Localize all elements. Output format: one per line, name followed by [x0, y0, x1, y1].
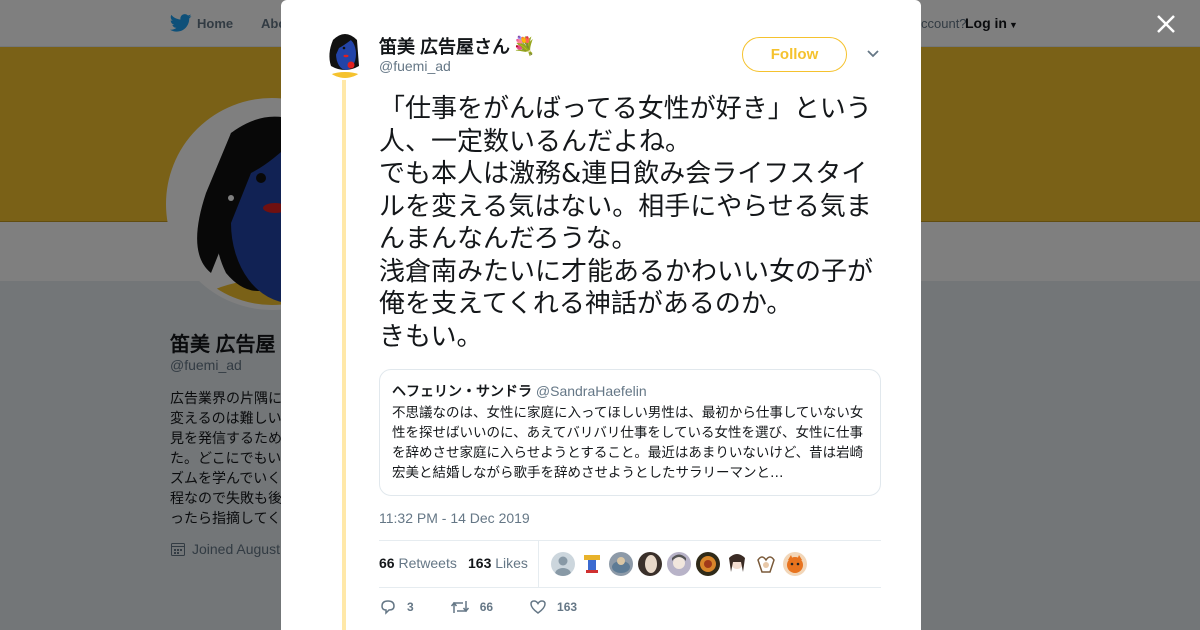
- liker-avatar[interactable]: [609, 552, 633, 576]
- like-action[interactable]: 163: [529, 598, 577, 616]
- close-icon[interactable]: [1152, 10, 1180, 38]
- retweet-count: 66: [479, 600, 494, 614]
- liker-avatar[interactable]: [725, 552, 749, 576]
- author-name[interactable]: 笛美 広告屋さん 💐: [379, 33, 535, 59]
- liker-avatar[interactable]: [667, 552, 691, 576]
- quoted-tweet-header: ヘフェリン・サンドラ @SandraHaefelin: [392, 381, 868, 401]
- tweet-actions: 3 66 163: [379, 598, 613, 616]
- author-avatar[interactable]: [321, 30, 369, 78]
- tweet-timestamp[interactable]: 11:32 PM - 14 Dec 2019: [379, 510, 530, 526]
- author-handle[interactable]: @fuemi_ad: [379, 58, 451, 74]
- tweet-modal: 笛美 広告屋さん 💐 @fuemi_ad Follow 「仕事をがんばってる女性…: [281, 0, 921, 630]
- retweet-icon: [450, 601, 469, 613]
- stats-divider: [538, 541, 539, 587]
- quoted-tweet-text: 不思議なのは、女性に家庭に入ってほしい男性は、最初から仕事していない女性を探せば…: [392, 405, 864, 481]
- avatar-illustration-icon: [321, 30, 369, 78]
- liker-avatar[interactable]: [580, 552, 604, 576]
- liker-avatar[interactable]: [638, 552, 662, 576]
- tweet-text: 「仕事をがんばってる女性が好き」という人、一定数いるんだよね。 でも本人は激務&…: [379, 94, 874, 352]
- author-name-text: 笛美 広告屋さん: [379, 37, 511, 57]
- liker-avatar[interactable]: [783, 552, 807, 576]
- heart-icon: [530, 600, 546, 614]
- quoted-author-name: ヘフェリン・サンドラ: [392, 383, 532, 399]
- likes-count: 163: [468, 555, 492, 571]
- bouquet-icon: 💐: [513, 35, 536, 56]
- retweets-stat[interactable]: 66 Retweets: [379, 555, 457, 571]
- reply-action[interactable]: 3: [379, 598, 414, 616]
- liker-avatars: [551, 552, 807, 576]
- like-count: 163: [557, 600, 578, 614]
- follow-button[interactable]: Follow: [742, 37, 847, 72]
- reply-count: 3: [407, 600, 414, 614]
- chevron-down-icon[interactable]: [866, 47, 880, 61]
- reply-icon: [381, 600, 395, 615]
- quoted-tweet[interactable]: ヘフェリン・サンドラ @SandraHaefelin 不思議なのは、女性に家庭に…: [379, 369, 881, 496]
- thread-line: [342, 80, 346, 630]
- retweet-action[interactable]: 66: [450, 598, 493, 616]
- likes-stat[interactable]: 163 Likes: [468, 555, 528, 571]
- likes-label: Likes: [495, 555, 528, 571]
- liker-avatar[interactable]: [754, 552, 778, 576]
- tweet-stats: 66 Retweets 163 Likes: [379, 540, 881, 588]
- liker-avatar[interactable]: [696, 552, 720, 576]
- liker-avatar[interactable]: [551, 552, 575, 576]
- retweets-count: 66: [379, 555, 395, 571]
- quoted-author-handle: @SandraHaefelin: [535, 383, 647, 399]
- retweets-label: Retweets: [398, 555, 457, 571]
